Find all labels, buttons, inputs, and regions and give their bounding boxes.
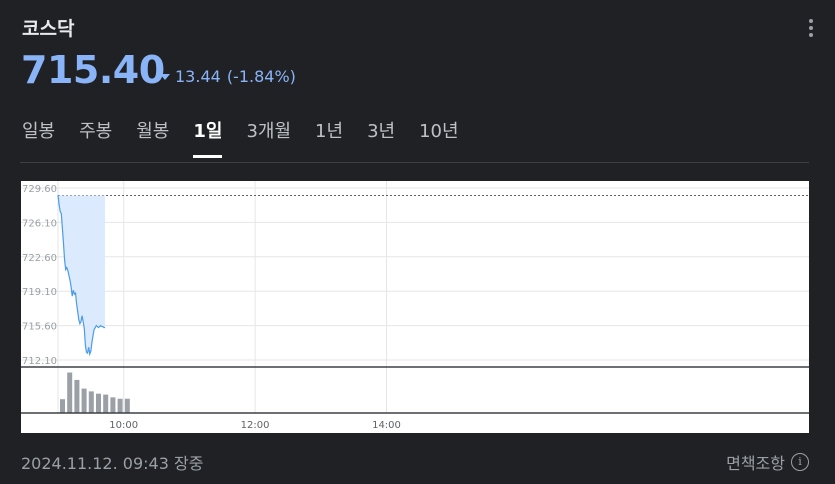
change-value: 13.44	[175, 67, 221, 86]
volume-bar	[67, 372, 73, 413]
info-icon: i	[791, 453, 809, 471]
tab-weekly[interactable]: 주봉	[79, 117, 112, 143]
chart-svg: 729.60 726.10 722.60 719.10 715.60 712.10 10:0…	[21, 181, 809, 431]
intraday-chart[interactable]: 729.60 726.10 722.60 719.10 715.60 712.10 10:0…	[21, 181, 809, 433]
volume-bar	[60, 399, 65, 413]
price-area	[58, 194, 106, 355]
y-tick-label: 722.60	[22, 253, 57, 264]
volume-bar	[103, 394, 109, 413]
volume-bar	[110, 397, 116, 413]
tab-1-year[interactable]: 1년	[315, 117, 343, 143]
disclaimer-label: 면책조항	[726, 454, 785, 473]
x-tick-label: 14:00	[372, 420, 401, 431]
x-tick-label: 10:00	[109, 420, 138, 431]
volume-bar	[81, 388, 87, 413]
y-tick-label: 726.10	[22, 218, 57, 229]
down-triangle-icon	[160, 73, 170, 80]
y-tick-label: 719.10	[22, 287, 57, 298]
x-tick-label: 12:00	[241, 420, 270, 431]
volume-bar	[74, 379, 80, 413]
change-percent: (-1.84%)	[226, 67, 296, 86]
period-tabs: 일봉 주봉 월봉 1일 3개월 1년 3년 10년	[22, 117, 483, 158]
tab-3-months[interactable]: 3개월	[246, 117, 291, 143]
y-tick-label: 712.10	[22, 356, 57, 367]
price-change: 13.44 (-1.84%)	[160, 67, 296, 86]
timestamp: 2024.11.12. 09:43 장중	[21, 454, 204, 473]
tab-1-day[interactable]: 1일	[193, 117, 223, 158]
index-title: 코스닥	[22, 18, 75, 40]
volume-bar	[117, 398, 123, 413]
current-price: 715.40	[21, 48, 165, 92]
tab-monthly[interactable]: 월봉	[136, 117, 169, 143]
y-tick-label: 715.60	[22, 322, 57, 333]
tab-divider	[20, 162, 809, 163]
tab-10-years[interactable]: 10년	[419, 117, 458, 143]
y-tick-label: 729.60	[22, 184, 57, 195]
tab-daily[interactable]: 일봉	[22, 117, 55, 143]
volume-bar	[88, 391, 94, 413]
more-options-icon[interactable]	[809, 19, 813, 37]
volume-bar	[96, 393, 101, 413]
disclaimer-link[interactable]: 면책조항 i	[726, 450, 809, 474]
tab-3-years[interactable]: 3년	[367, 117, 395, 143]
volume-bar	[124, 398, 130, 413]
